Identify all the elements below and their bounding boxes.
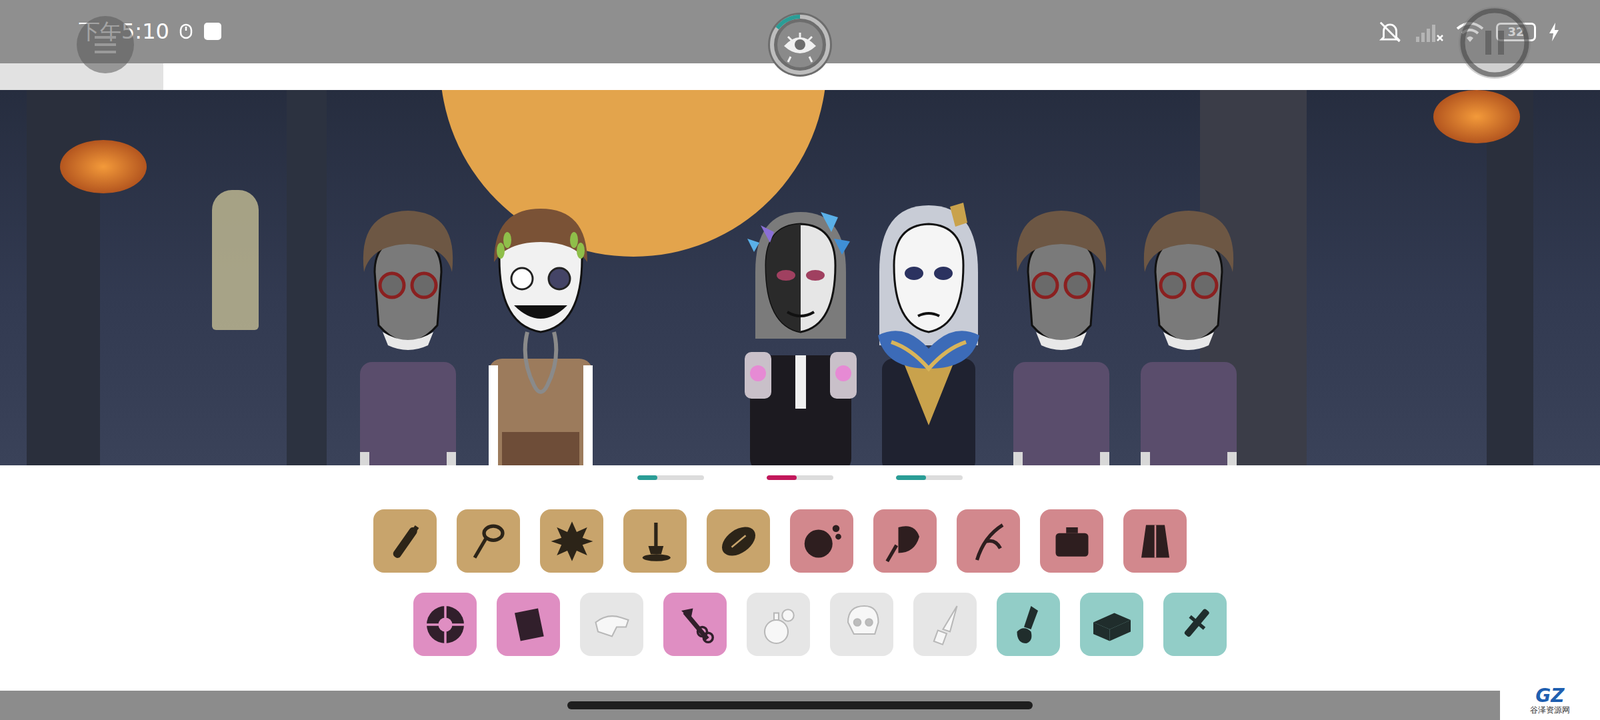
- butterfly-character-figure: [734, 198, 868, 466]
- sound-button[interactable]: [746, 592, 810, 656]
- sound-icon: [715, 518, 762, 565]
- sound-button[interactable]: [913, 592, 977, 656]
- mix-meter-fill: [896, 475, 926, 480]
- idle-character-figure: [994, 198, 1128, 466]
- pause-icon: [1458, 6, 1531, 79]
- record-button[interactable]: [768, 12, 832, 77]
- priest-character-figure: [862, 198, 996, 466]
- sound-icon: [965, 518, 1012, 565]
- game-stage: [0, 90, 1600, 466]
- sound-icon: [382, 518, 429, 565]
- game-screen: 下午5:1032 GZ谷泽资源网: [0, 0, 1600, 720]
- character[interactable]: [734, 198, 868, 466]
- pause-button[interactable]: [1458, 6, 1531, 79]
- sound-button[interactable]: [623, 509, 687, 573]
- sound-icon: [672, 601, 719, 648]
- idle-character-figure: [1122, 198, 1256, 466]
- sound-icon: [465, 518, 512, 565]
- watermark: GZ谷泽资源网: [1500, 681, 1600, 720]
- sound-button[interactable]: [1040, 509, 1104, 573]
- home-handle[interactable]: [567, 701, 1033, 710]
- sound-button[interactable]: [790, 509, 854, 573]
- sound-button[interactable]: [956, 509, 1020, 573]
- sound-button[interactable]: [373, 509, 437, 573]
- watermark-logo: GZ: [1535, 686, 1564, 706]
- sound-icon: [632, 518, 679, 565]
- app-notification-icon: [202, 21, 223, 42]
- sound-icon: [1048, 518, 1096, 565]
- mix-meter: [766, 475, 834, 480]
- signal-icon: [1414, 20, 1444, 44]
- character[interactable]: [862, 198, 996, 466]
- character[interactable]: [1122, 198, 1256, 466]
- sound-icon-row: [0, 509, 1600, 573]
- ghost-shape: [212, 190, 259, 330]
- sound-button[interactable]: [1123, 509, 1187, 573]
- sound-icon: [548, 518, 596, 565]
- eye-logo-icon: [768, 12, 832, 77]
- tree-trunk: [286, 90, 327, 466]
- laurel-character-figure: [474, 198, 608, 466]
- navigation-bar: [0, 690, 1600, 720]
- character[interactable]: [341, 198, 475, 466]
- sound-icon: [588, 601, 636, 648]
- sound-icon: [1088, 601, 1136, 648]
- sound-icon: [755, 601, 802, 648]
- sound-icon-row: [0, 592, 1600, 656]
- sound-icon: [798, 518, 846, 565]
- menu-button[interactable]: [76, 16, 134, 74]
- idle-character-figure: [341, 198, 475, 466]
- mix-meter: [637, 475, 704, 480]
- sound-icon: [1005, 601, 1052, 648]
- sound-button[interactable]: [873, 509, 937, 573]
- sound-icon: [838, 601, 886, 648]
- notification-icon: [178, 22, 194, 40]
- mix-meter-fill: [637, 475, 658, 480]
- sound-icon-rows: [0, 509, 1600, 656]
- sound-panel: [0, 465, 1600, 691]
- sound-button[interactable]: [830, 592, 894, 656]
- sound-button[interactable]: [663, 592, 727, 656]
- sound-icon: [882, 518, 929, 565]
- bell-off-icon: [1377, 19, 1403, 45]
- pumpkin-lantern: [60, 140, 147, 194]
- sound-icon: [1172, 601, 1219, 648]
- sound-button[interactable]: [540, 509, 604, 573]
- sound-button[interactable]: [496, 592, 560, 656]
- mix-meter: [896, 475, 963, 480]
- sound-button[interactable]: [413, 592, 477, 656]
- mix-meters: [0, 475, 1600, 480]
- top-area: 下午5:1032: [0, 0, 1600, 90]
- sound-icon: [422, 601, 469, 648]
- sound-icon: [922, 601, 969, 648]
- pumpkin-lantern: [1433, 90, 1520, 144]
- tree-trunk: [1486, 90, 1534, 466]
- mix-meter-fill: [766, 475, 797, 480]
- character[interactable]: [994, 198, 1128, 466]
- charging-icon: [1548, 22, 1560, 42]
- sound-button[interactable]: [706, 509, 770, 573]
- sound-icon: [1132, 518, 1179, 565]
- watermark-text: 谷泽资源网: [1530, 705, 1570, 715]
- sound-button[interactable]: [580, 592, 644, 656]
- top-strip-shade: [0, 63, 164, 90]
- character[interactable]: [474, 198, 608, 466]
- sound-button[interactable]: [1163, 592, 1227, 656]
- sound-button[interactable]: [1080, 592, 1144, 656]
- sound-icon: [505, 601, 552, 648]
- sound-button[interactable]: [456, 509, 520, 573]
- sound-button[interactable]: [996, 592, 1060, 656]
- menu-icon: [92, 33, 119, 56]
